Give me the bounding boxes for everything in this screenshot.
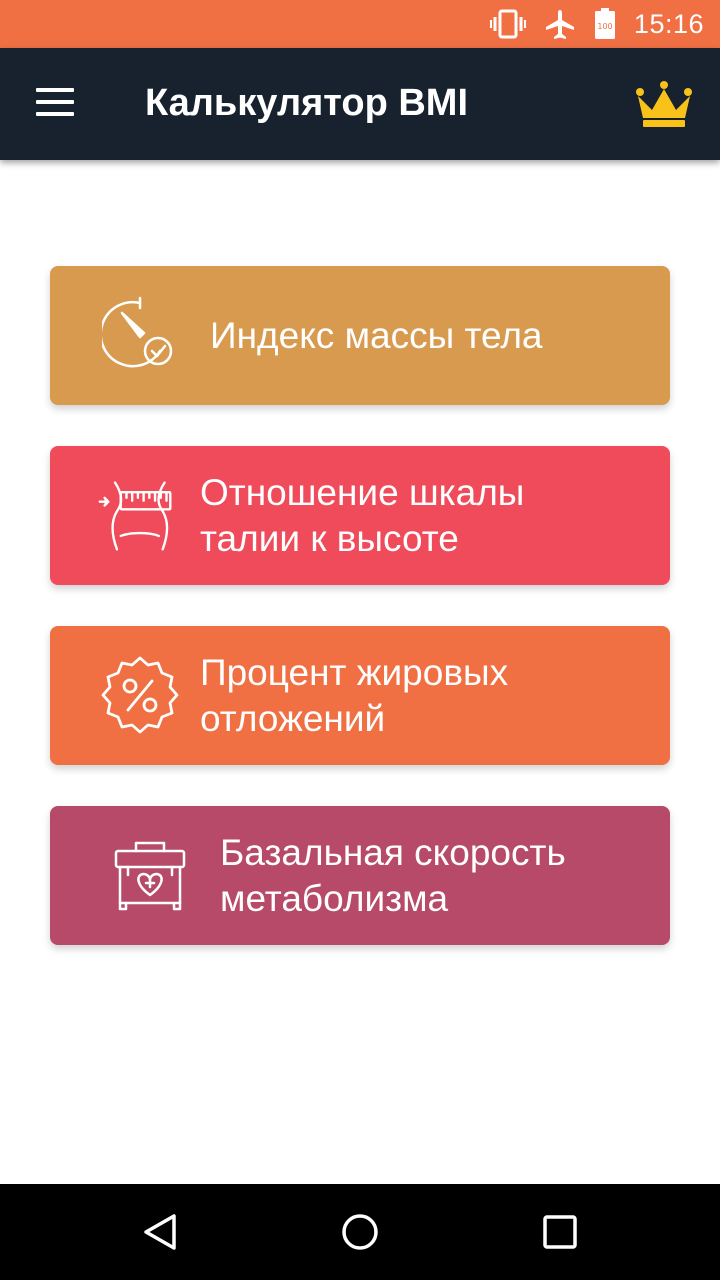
bmi-card-label: Индекс массы тела [210, 314, 543, 356]
home-icon[interactable] [340, 1212, 380, 1252]
waist-height-ratio-card-label: Отношение шкалы талии к высоте [200, 471, 525, 559]
back-icon[interactable] [140, 1212, 180, 1252]
system-nav-bar [0, 1184, 720, 1280]
medical-kit-icon [114, 841, 186, 911]
app-bar: Калькулятор BMI [0, 48, 720, 160]
app-title: Калькулятор BMI [145, 82, 468, 124]
waist-tape-icon [98, 481, 172, 551]
recents-icon[interactable] [540, 1212, 580, 1252]
waist-height-ratio-card[interactable]: Отношение шкалы талии к высоте [50, 446, 670, 585]
hamburger-menu-icon[interactable] [36, 88, 76, 118]
stopwatch-check-icon [102, 296, 173, 368]
body-fat-card-label: Процент жировых отложений [200, 651, 509, 739]
body-fat-card[interactable]: Процент жировых отложений [50, 626, 670, 765]
status-time: 15:16 [633, 8, 704, 39]
bmr-card-label: Базальная скорость метаболизма [220, 831, 566, 919]
battery-level-text: 100 [597, 22, 612, 31]
status-bar: 100 15:16 [0, 0, 720, 48]
vibrate-icon [489, 9, 526, 39]
crown-icon[interactable] [634, 80, 694, 130]
bmi-card[interactable]: Индекс массы тела [50, 266, 670, 405]
percent-badge-icon [101, 656, 179, 734]
battery-icon: 100 [594, 8, 615, 39]
bmr-card[interactable]: Базальная скорость метаболизма [50, 806, 670, 945]
airplane-icon [545, 10, 574, 39]
main-content: Индекс массы тела Отношение шкалы талии … [0, 160, 720, 1184]
